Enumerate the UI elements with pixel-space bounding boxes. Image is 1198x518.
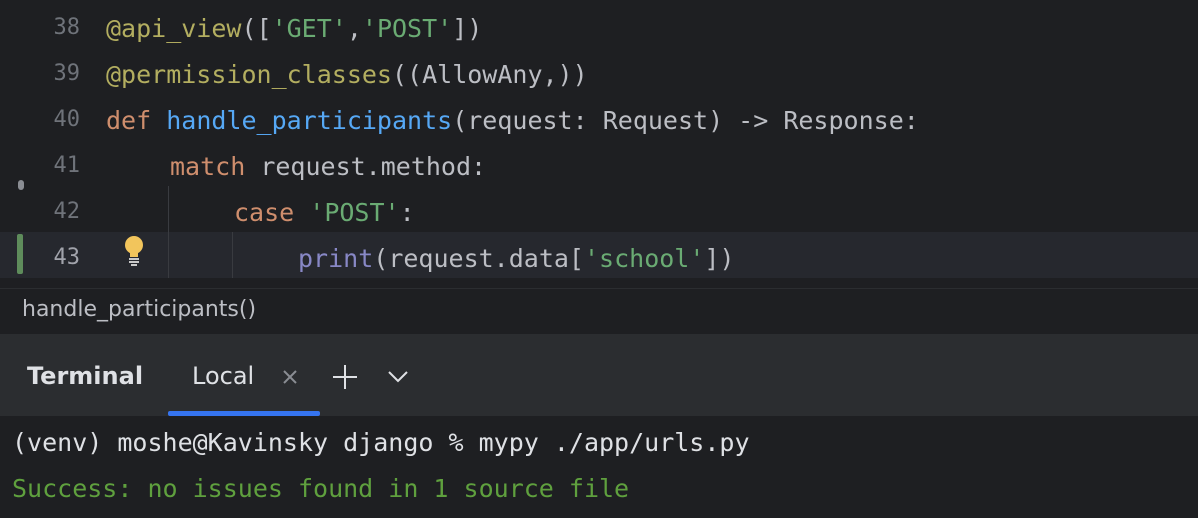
terminal-title: Terminal — [27, 362, 144, 390]
decorator-token: @permission_classes — [106, 60, 392, 89]
indent-guide — [232, 232, 233, 278]
indent-guide — [168, 186, 169, 278]
line-number: 43 — [53, 245, 81, 270]
code-token: ]) — [704, 244, 735, 273]
terminal-toolbar: Terminal Local — [0, 336, 1198, 416]
line-number: 40 — [53, 107, 81, 132]
code-line[interactable]: def handle_participants(request: Request… — [106, 98, 919, 144]
breadcrumb-bar: handle_participants() — [0, 288, 1198, 335]
code-line[interactable]: print(request.data['school']) — [298, 236, 735, 282]
fold-marker-icon[interactable] — [18, 180, 24, 190]
chevron-down-icon[interactable] — [387, 369, 409, 385]
string-token: 'POST' — [309, 198, 400, 227]
code-line[interactable]: @permission_classes((AllowAny,)) — [106, 52, 588, 98]
decorator-token: @api_view — [106, 14, 242, 43]
code-token: ((AllowAny,)) — [391, 60, 588, 89]
code-token: , — [346, 14, 362, 43]
code-editor[interactable]: 38 39 40 41 42 43 @api_view(['GET','POST… — [0, 0, 1198, 288]
code-line[interactable]: @api_view(['GET','POST']) — [106, 6, 482, 52]
code-token: (request.data[ — [373, 244, 584, 273]
code-token: (request: Request) -> Response: — [452, 106, 919, 135]
code-token: ([ — [241, 14, 272, 43]
line-number: 41 — [53, 153, 81, 178]
function-name-token: handle_participants — [166, 106, 453, 135]
line-number: 39 — [53, 61, 81, 86]
tab-label: Local — [192, 362, 255, 390]
close-icon[interactable] — [280, 364, 300, 388]
breadcrumb[interactable]: handle_participants() — [22, 297, 256, 322]
terminal-command-line: (venv) moshe@Kavinsky django % mypy ./ap… — [12, 428, 750, 457]
string-token: 'GET' — [271, 14, 347, 43]
line-number: 38 — [53, 15, 81, 40]
terminal-output[interactable]: (venv) moshe@Kavinsky django % mypy ./ap… — [0, 416, 1198, 518]
lightbulb-icon[interactable] — [122, 234, 146, 268]
string-token: 'POST' — [361, 14, 453, 43]
tab-local[interactable]: Local — [168, 336, 320, 416]
code-token: : — [399, 198, 415, 227]
keyword-token: case — [234, 198, 295, 227]
code-line[interactable]: match request.method: — [170, 144, 486, 190]
code-token: request.method: — [245, 152, 487, 181]
line-number: 42 — [53, 199, 81, 224]
string-token: 'school' — [583, 244, 705, 273]
keyword-token: def — [106, 106, 152, 135]
code-line[interactable]: case 'POST': — [234, 190, 415, 236]
keyword-token: match — [170, 152, 246, 181]
terminal-success-message: Success: no issues found in 1 source fil… — [12, 474, 630, 503]
plus-icon[interactable] — [332, 364, 358, 390]
builtin-token: print — [298, 244, 374, 273]
code-token: ]) — [452, 14, 483, 43]
